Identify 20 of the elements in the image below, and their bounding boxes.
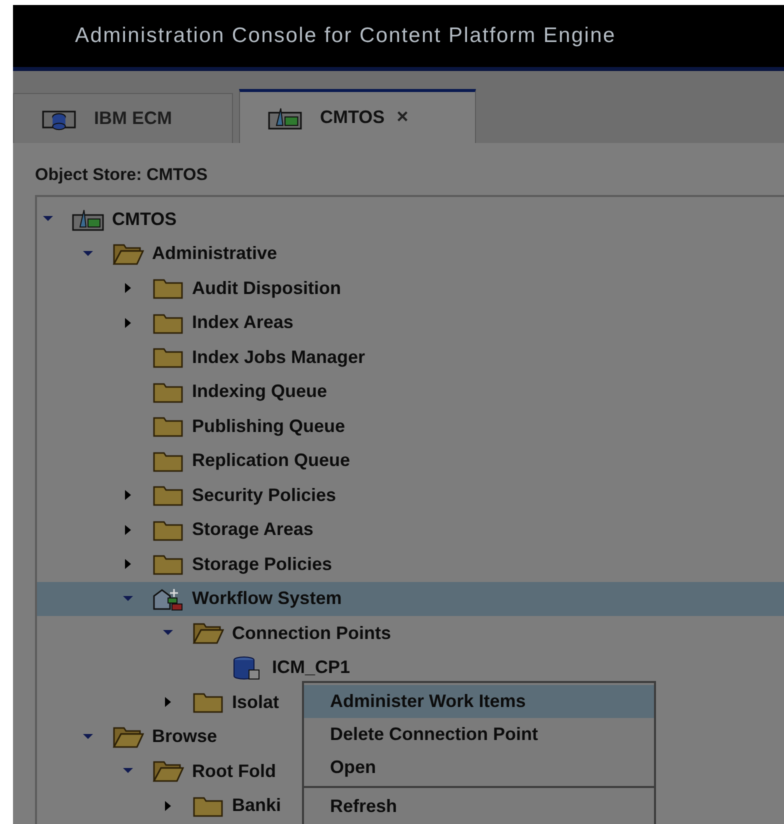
object-store-label: Object Store: CMTOS — [35, 164, 209, 186]
tree-label: ICM_CP1 — [272, 657, 350, 678]
tree-label: Isolat — [232, 692, 280, 713]
tree-label: Workflow System — [192, 588, 342, 610]
tree-label: Administrative — [152, 243, 278, 264]
tree-label: Indexing Queue — [192, 381, 328, 402]
tree-label: Index Jobs Manager — [192, 346, 366, 368]
tree-label: Storage Policies — [192, 554, 332, 575]
tree-label: Banki — [232, 795, 282, 816]
tree-label: Index Areas — [192, 312, 294, 334]
tree-label: Replication Queue — [192, 450, 350, 472]
window-title: Administration Console for Content Platform Engine — [75, 24, 616, 48]
tree-label: Browse — [152, 726, 218, 748]
tree-label: Security Policies — [192, 484, 336, 506]
tree-label: Audit Disposition — [192, 278, 341, 299]
tree-label: Publishing Queue — [192, 416, 346, 437]
tree-label: CMTOS — [112, 208, 177, 230]
tree-label: Connection Points — [232, 622, 391, 644]
tree-label: Root Fold — [192, 760, 276, 782]
tree-label: Storage Areas — [192, 519, 314, 540]
